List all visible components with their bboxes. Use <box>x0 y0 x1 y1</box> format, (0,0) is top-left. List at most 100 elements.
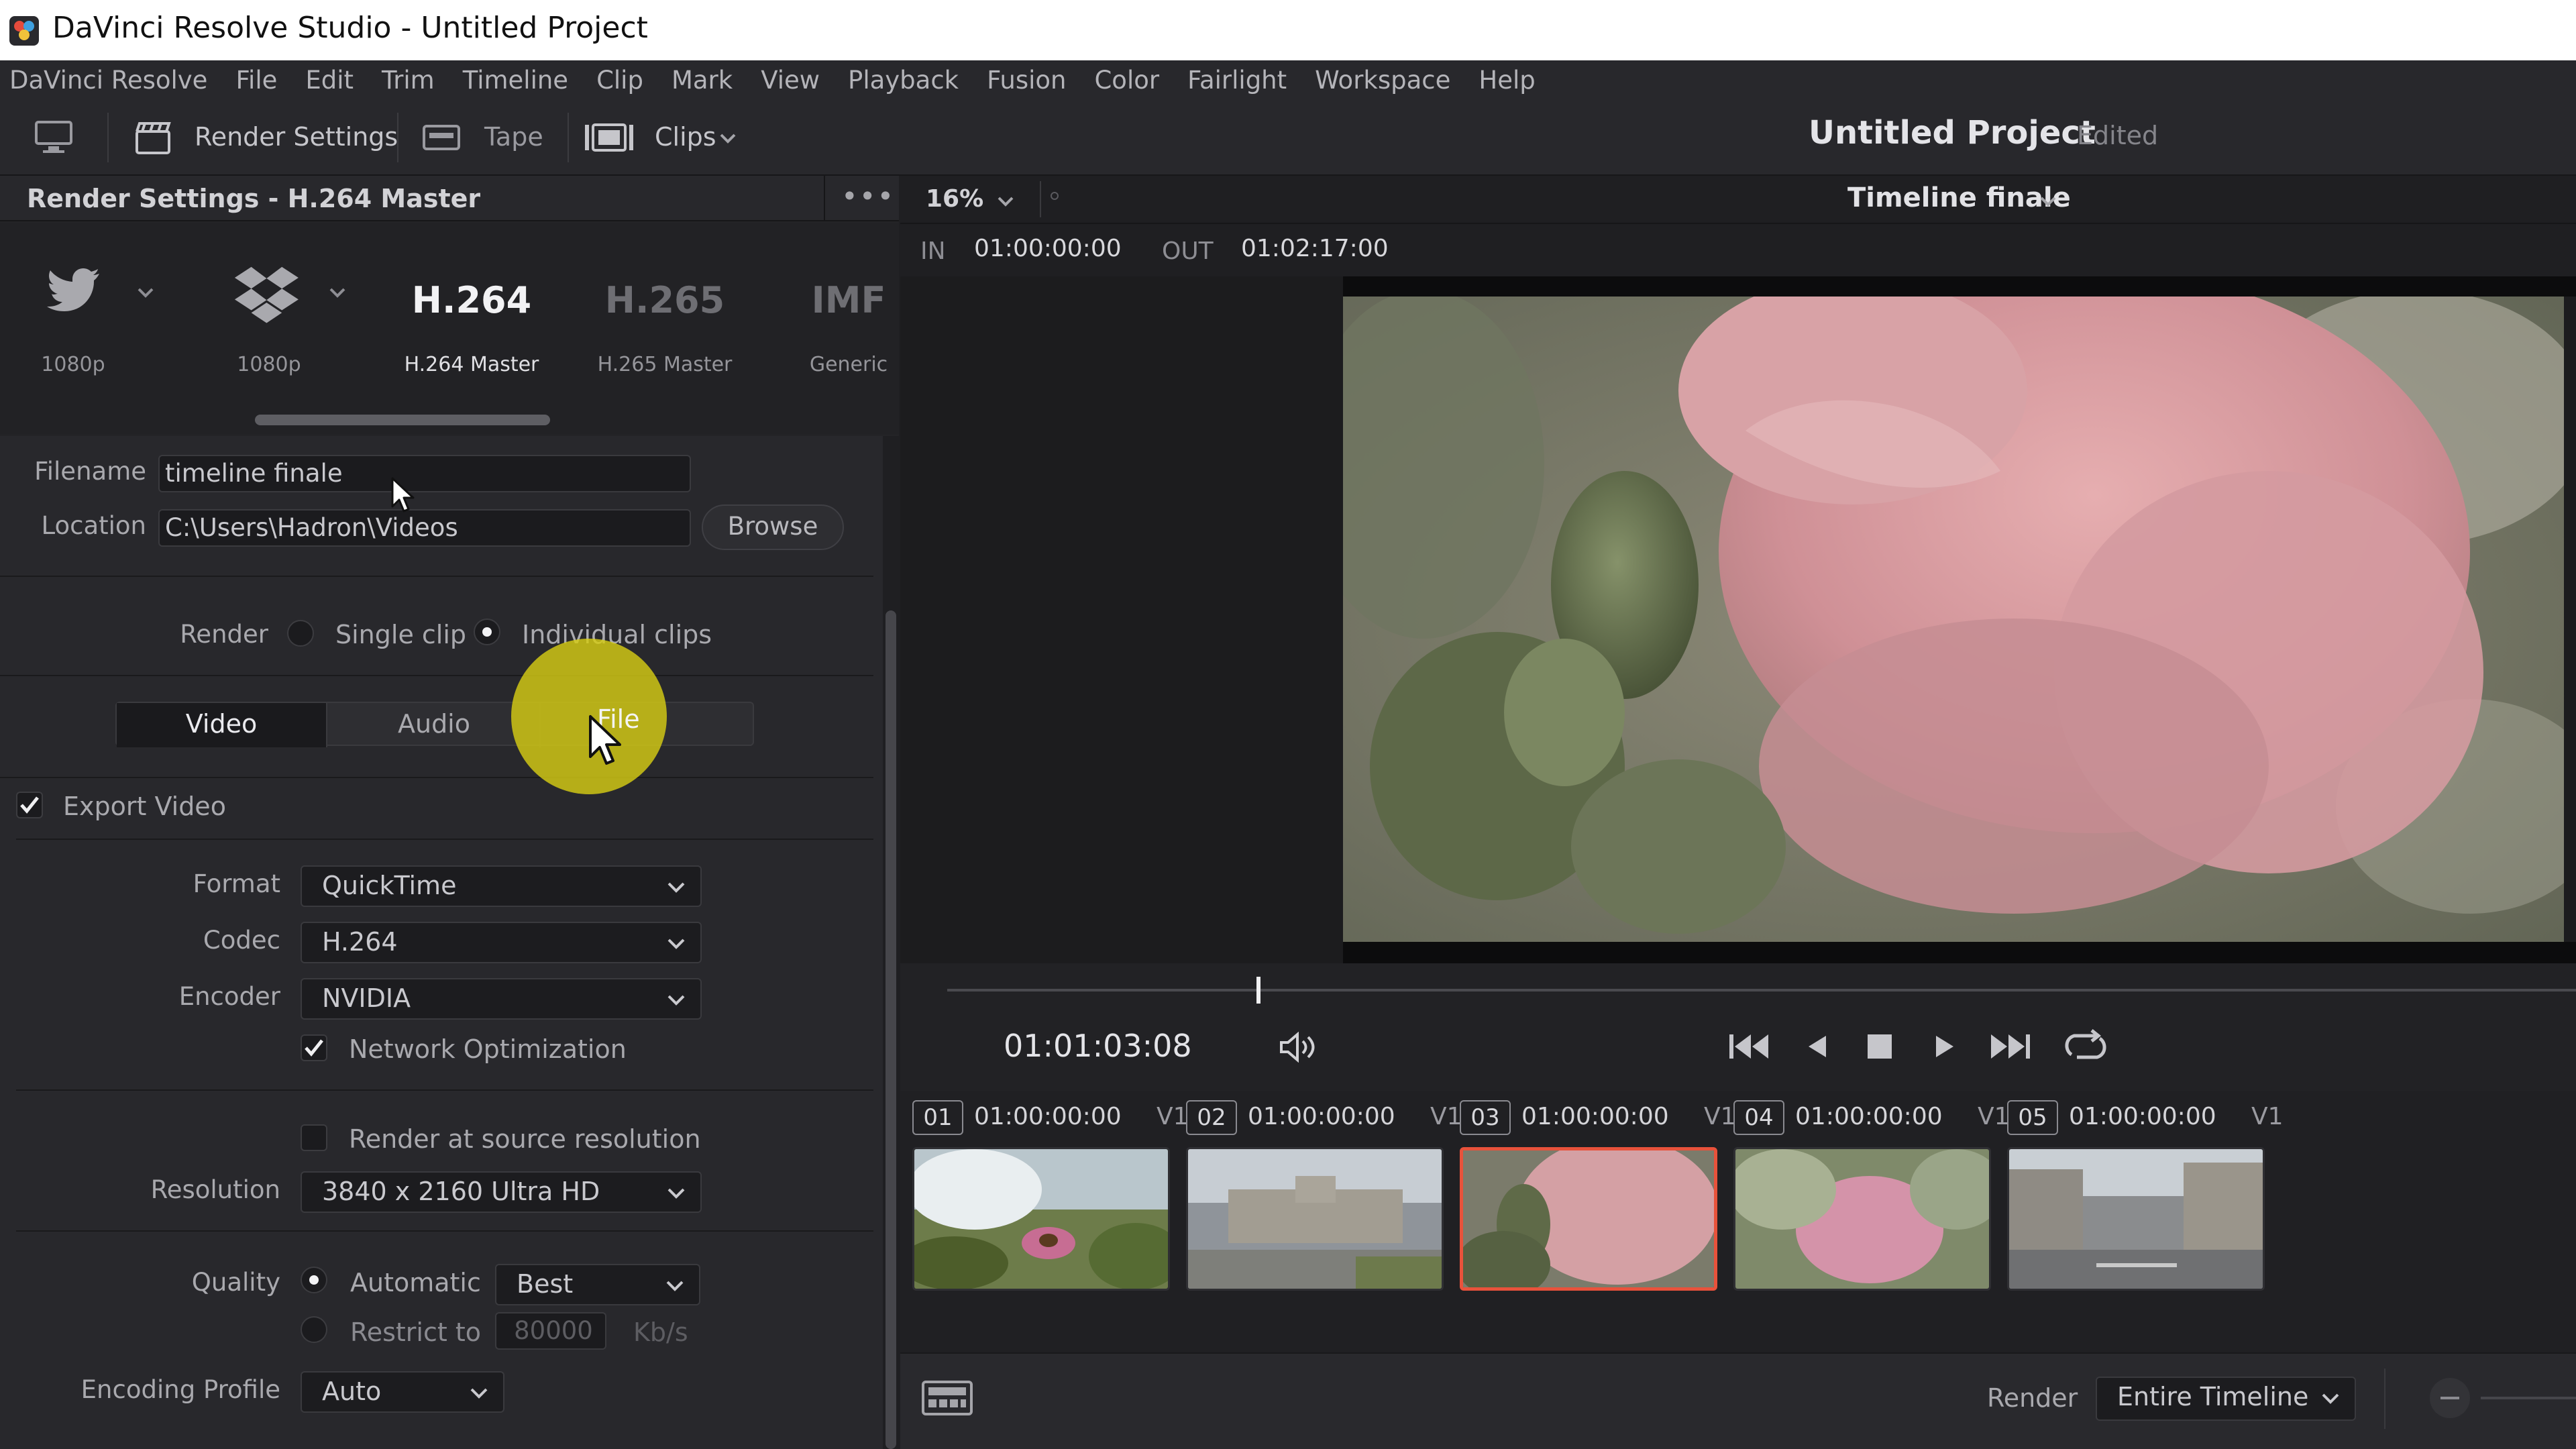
chevron-down-icon[interactable] <box>329 287 346 298</box>
filename-label: Filename <box>34 457 146 486</box>
chevron-down-icon[interactable] <box>997 196 1014 207</box>
settings-scrollbar[interactable] <box>883 436 899 1449</box>
current-timecode: 01:01:03:08 <box>1004 1028 1192 1064</box>
clip-thumbnail[interactable] <box>1186 1147 1444 1291</box>
out-timecode[interactable]: 01:02:17:00 <box>1241 235 1389 262</box>
playhead[interactable] <box>1256 977 1261 1004</box>
codec-dropdown[interactable]: H.264 <box>301 922 702 963</box>
menu-playback[interactable]: Playback <box>848 66 959 95</box>
encoder-dropdown[interactable]: NVIDIA <box>301 978 702 1020</box>
tab-video[interactable]: Video <box>117 703 327 747</box>
encoding-profile-dropdown[interactable]: Auto <box>301 1371 504 1413</box>
clip-thumbnail[interactable] <box>1733 1147 1991 1291</box>
preset-h264-master[interactable]: H.264 H.264 Master <box>374 223 569 397</box>
menu-edit[interactable]: Edit <box>305 66 354 95</box>
zoom-level[interactable]: 16% <box>926 185 983 213</box>
preset-dropbox[interactable]: 1080p <box>195 223 389 397</box>
browse-button[interactable]: Browse <box>702 504 844 550</box>
codec-label: Codec <box>203 926 280 955</box>
restrict-bitrate-field[interactable]: 80000 <box>495 1312 606 1350</box>
clip-strip: 01 01:00:00:00 V1 02 01:00:00:00 V1 03 0… <box>900 1091 2576 1352</box>
quality-automatic-dropdown[interactable]: Best <box>495 1264 700 1305</box>
render-scope-label: Render <box>1987 1383 2078 1413</box>
menu-workspace[interactable]: Workspace <box>1315 66 1450 95</box>
clip-item-selected[interactable]: 03 01:00:00:00 V1 <box>1460 1097 1736 1291</box>
format-dropdown[interactable]: QuickTime <box>301 865 702 907</box>
in-timecode[interactable]: 01:00:00:00 <box>974 235 1122 262</box>
transport-controls: 01:01:03:08 <box>900 963 2576 1091</box>
render-settings-button[interactable]: Render Settings <box>195 122 398 152</box>
play-reverse-icon[interactable] <box>1805 1033 1829 1060</box>
presets-scrollbar[interactable] <box>255 415 550 425</box>
chevron-down-icon[interactable] <box>2039 196 2057 207</box>
individual-clips-radio[interactable] <box>474 619 500 645</box>
stop-icon[interactable] <box>1866 1033 1893 1060</box>
scrubber-track[interactable] <box>947 989 2576 991</box>
out-label: OUT <box>1162 237 1214 265</box>
preset-h265-master[interactable]: H.265 H.265 Master <box>568 223 762 397</box>
play-icon[interactable] <box>1933 1033 1957 1060</box>
render-source-resolution-checkbox[interactable] <box>301 1124 327 1151</box>
skip-to-end-icon[interactable] <box>1988 1032 2031 1061</box>
clips-icon[interactable] <box>582 121 639 154</box>
panel-header: Render Settings - H.264 Master ••• <box>0 176 899 221</box>
skip-to-start-icon[interactable] <box>1728 1032 1771 1061</box>
preset-twitter[interactable]: 1080p <box>0 223 195 397</box>
location-label: Location <box>41 511 147 540</box>
letterbox-top <box>1343 276 2576 297</box>
render-scope-dropdown[interactable]: Entire Timeline <box>2096 1377 2356 1421</box>
menu-color[interactable]: Color <box>1094 66 1159 95</box>
volume-icon[interactable] <box>1279 1032 1319 1063</box>
menu-clip[interactable]: Clip <box>596 66 643 95</box>
chevron-down-icon <box>667 938 686 950</box>
menu-file[interactable]: File <box>235 66 277 95</box>
zoom-out-button[interactable] <box>2430 1378 2470 1418</box>
clip-item[interactable]: 04 01:00:00:00 V1 <box>1733 1097 2010 1291</box>
clip-item[interactable]: 02 01:00:00:00 V1 <box>1186 1097 1462 1291</box>
panel-title: Render Settings - H.264 Master <box>27 184 481 213</box>
loop-icon[interactable] <box>2062 1029 2109 1064</box>
menu-mark[interactable]: Mark <box>672 66 733 95</box>
keyboard-icon[interactable] <box>922 1381 973 1415</box>
chevron-down-icon <box>470 1387 488 1399</box>
menu-davinci-resolve[interactable]: DaVinci Resolve <box>9 66 207 95</box>
location-field[interactable]: C:\Users\Hadron\Videos <box>158 509 691 547</box>
chevron-down-icon[interactable] <box>137 287 154 298</box>
quality-restrict-label: Restrict to <box>350 1318 481 1347</box>
resolution-dropdown[interactable]: 3840 x 2160 Ultra HD <box>301 1171 702 1213</box>
clip-item[interactable]: 01 01:00:00:00 V1 <box>912 1097 1189 1291</box>
menu-timeline[interactable]: Timeline <box>463 66 568 95</box>
tape-icon[interactable] <box>421 121 462 154</box>
network-optimization-checkbox[interactable] <box>301 1034 327 1061</box>
single-clip-radio[interactable] <box>287 620 314 647</box>
video-frame <box>1343 297 2564 942</box>
export-video-checkbox[interactable] <box>16 792 43 818</box>
preset-generic-imf[interactable]: IMF Generic <box>751 223 899 397</box>
tab-audio[interactable]: Audio <box>329 703 541 747</box>
clip-item[interactable]: 05 01:00:00:00 V1 <box>2007 1097 2284 1291</box>
clip-thumbnail[interactable] <box>1460 1147 1717 1291</box>
quality-restrict-radio[interactable] <box>301 1316 327 1343</box>
more-options-button[interactable]: ••• <box>841 180 895 213</box>
quality-automatic-radio[interactable] <box>301 1267 327 1293</box>
monitor-icon[interactable] <box>34 119 74 156</box>
clip-thumbnail[interactable] <box>2007 1147 2265 1291</box>
clapperboard-icon[interactable] <box>133 119 173 156</box>
menu-trim[interactable]: Trim <box>382 66 435 95</box>
menu-help[interactable]: Help <box>1479 66 1535 95</box>
clips-button[interactable]: Clips <box>655 122 716 152</box>
clip-thumbnail[interactable] <box>912 1147 1170 1291</box>
format-label: Format <box>193 869 280 898</box>
menu-fusion[interactable]: Fusion <box>987 66 1066 95</box>
tape-button[interactable]: Tape <box>484 122 543 152</box>
encoder-label: Encoder <box>178 982 280 1011</box>
filename-field[interactable]: timeline finale <box>158 455 691 492</box>
zoom-slider[interactable] <box>2481 1397 2576 1399</box>
menu-fairlight[interactable]: Fairlight <box>1187 66 1287 95</box>
chevron-down-icon <box>2321 1393 2340 1405</box>
chevron-down-icon[interactable] <box>719 133 737 144</box>
export-video-label: Export Video <box>63 792 226 821</box>
menu-view[interactable]: View <box>761 66 820 95</box>
resolution-label: Resolution <box>150 1175 280 1204</box>
timeline-name[interactable]: Timeline finale <box>1847 182 2071 213</box>
